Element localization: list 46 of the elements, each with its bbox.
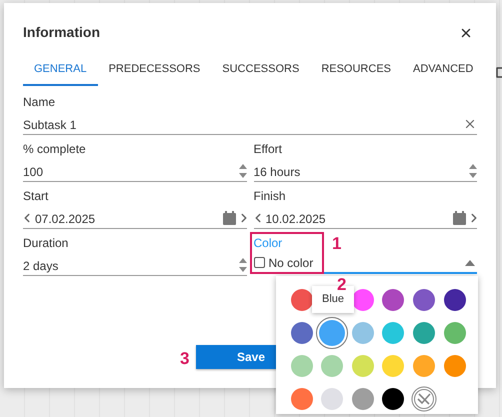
- color-swatch[interactable]: [444, 354, 466, 376]
- color-swatch[interactable]: [352, 388, 374, 410]
- name-field[interactable]: Subtask 1: [23, 115, 477, 135]
- color-swatch[interactable]: [321, 388, 344, 410]
- field-label: Finish: [254, 188, 286, 204]
- color-swatch[interactable]: [382, 388, 404, 410]
- color-swatch[interactable]: [413, 288, 436, 310]
- field-value: No color: [268, 254, 314, 272]
- checkbox[interactable]: [254, 257, 264, 268]
- color-swatch[interactable]: [382, 288, 404, 310]
- color-swatch[interactable]: [444, 322, 466, 344]
- field-label: % complete: [23, 140, 86, 156]
- field-label: Name: [23, 94, 56, 110]
- color-swatch[interactable]: [290, 354, 312, 376]
- color-swatch[interactable]: [413, 354, 436, 376]
- calendar-icon[interactable]: [453, 210, 466, 224]
- color-swatch[interactable]: [352, 322, 374, 344]
- tab[interactable]: ADVANCED: [402, 61, 484, 86]
- color-swatch[interactable]: [444, 288, 466, 310]
- color-swatch[interactable]: [413, 322, 436, 344]
- tab[interactable]: PREDECESSORS: [98, 61, 212, 86]
- caret-icon[interactable]: [465, 260, 475, 266]
- color-swatch[interactable]: [321, 354, 344, 376]
- color-swatch[interactable]: [290, 288, 312, 310]
- callout-number: 3: [180, 348, 190, 370]
- spinner-icon[interactable]: [469, 162, 477, 178]
- spinner-icon[interactable]: [238, 162, 246, 178]
- color-field[interactable]: No color: [254, 254, 477, 274]
- field-label: Effort: [254, 140, 282, 156]
- field-label: Start: [23, 188, 48, 204]
- color-swatch[interactable]: [290, 322, 312, 344]
- tab[interactable]: RESOURCES: [310, 61, 402, 86]
- color-swatch[interactable]: [382, 322, 404, 344]
- callout-number: 1: [332, 233, 342, 255]
- no-color-icon[interactable]: [411, 386, 438, 412]
- dialog-title: Information: [23, 23, 100, 42]
- field-label: Duration: [23, 234, 68, 250]
- color-swatch[interactable]: [290, 388, 312, 410]
- color-swatch[interactable]: [382, 354, 404, 376]
- tab[interactable]: SUCCESSORS: [211, 61, 310, 86]
- spinner-icon[interactable]: [238, 256, 246, 272]
- tab[interactable]: GENERAL: [23, 61, 98, 86]
- color-swatch[interactable]: [352, 354, 374, 376]
- field-label: Color: [254, 234, 282, 250]
- color-swatch[interactable]: [319, 320, 346, 346]
- calendar-icon[interactable]: [222, 210, 236, 224]
